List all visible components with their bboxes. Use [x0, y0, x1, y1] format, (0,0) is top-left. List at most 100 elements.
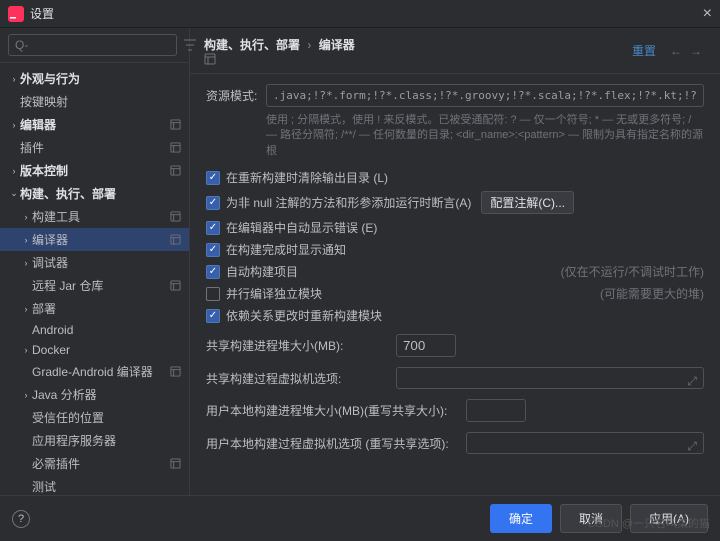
- titlebar: 设置 ×: [0, 0, 720, 28]
- sidebar-item-6[interactable]: ›构建工具: [0, 205, 189, 228]
- breadcrumb: 构建、执行、部署 › 编译器: [204, 36, 632, 65]
- sidebar-item-11[interactable]: Android: [0, 320, 189, 340]
- chevron-icon: ⌄: [8, 188, 20, 199]
- sidebar-item-label: 远程 Jar 仓库: [32, 277, 170, 294]
- userheap-input[interactable]: [466, 399, 526, 422]
- sidebar-item-label: 构建、执行、部署: [20, 185, 181, 202]
- sidebar-item-4[interactable]: ›版本控制: [0, 159, 189, 182]
- checkbox[interactable]: ✓: [206, 171, 220, 185]
- userheap-label: 用户本地构建进程堆大小(MB)(重写共享大小):: [206, 402, 466, 419]
- close-icon[interactable]: ×: [703, 5, 712, 23]
- sidebar-item-0[interactable]: ›外观与行为: [0, 67, 189, 90]
- help-icon[interactable]: ?: [12, 510, 30, 528]
- apply-button[interactable]: 应用(A): [630, 504, 708, 533]
- sidebar-item-label: Android: [32, 323, 181, 337]
- checkbox[interactable]: ✓: [206, 265, 220, 279]
- checkbox-label: 在编辑器中自动显示错误 (E): [226, 219, 377, 236]
- checkbox-row-3: ✓在构建完成时显示通知: [206, 241, 704, 258]
- sidebar-item-label: 编辑器: [20, 116, 170, 133]
- uservm-row: 用户本地构建过程虚拟机选项 (重写共享选项): ⤢: [206, 432, 704, 454]
- dialog-footer: ? 确定 取消 应用(A): [0, 495, 720, 541]
- breadcrumb-root: 构建、执行、部署: [204, 38, 300, 52]
- checkbox-row-1: ✓ 为非 null 注解的方法和形参添加运行时断言(A) 配置注解(C)...: [206, 191, 704, 214]
- sidebar-item-3[interactable]: 插件: [0, 136, 189, 159]
- sidebar-item-10[interactable]: ›部署: [0, 297, 189, 320]
- checkbox[interactable]: ✓: [206, 243, 220, 257]
- chevron-icon: ›: [8, 166, 20, 176]
- sidebar-item-13[interactable]: Gradle-Android 编译器: [0, 360, 189, 383]
- checkbox-row-2: ✓ 在编辑器中自动显示错误 (E): [206, 219, 704, 236]
- checkbox-row-0: ✓ 在重新构建时清除输出目录 (L): [206, 169, 704, 186]
- search-input[interactable]: [8, 34, 177, 56]
- sidebar-item-2[interactable]: ›编辑器: [0, 113, 189, 136]
- checkbox-label: 为非 null 注解的方法和形参添加运行时断言(A): [226, 194, 471, 211]
- heap-label: 共享构建进程堆大小(MB):: [206, 337, 396, 354]
- sidebar-item-label: 部署: [32, 300, 181, 317]
- sidebar-item-5[interactable]: ⌄构建、执行、部署: [0, 182, 189, 205]
- sidebar-item-label: 插件: [20, 139, 170, 156]
- sidebar-item-label: 外观与行为: [20, 70, 181, 87]
- content: 资源模式: 使用 ; 分隔模式，使用 ! 来反模式。已被受通配符: ? — 仅一…: [190, 74, 720, 495]
- resource-pattern-label: 资源模式:: [206, 87, 266, 104]
- resource-pattern-hint: 使用 ; 分隔模式，使用 ! 来反模式。已被受通配符: ? — 仅一个符号; *…: [266, 113, 704, 159]
- scope-icon: [170, 234, 181, 245]
- sidebar-item-label: 应用程序服务器: [32, 432, 181, 449]
- checkbox[interactable]: [206, 287, 220, 301]
- sidebar-item-12[interactable]: ›Docker: [0, 340, 189, 360]
- configure-annotations-button[interactable]: 配置注解(C)...: [481, 191, 574, 214]
- ok-button[interactable]: 确定: [490, 504, 552, 533]
- sidebar-item-label: 必需插件: [32, 455, 170, 472]
- breadcrumb-separator: ›: [307, 38, 311, 52]
- chevron-icon: ›: [20, 345, 32, 355]
- checkbox[interactable]: ✓: [206, 309, 220, 323]
- sidebar-item-15[interactable]: 受信任的位置: [0, 406, 189, 429]
- sidebar-item-label: 按键映射: [20, 93, 181, 110]
- chevron-icon: ›: [8, 120, 20, 130]
- sidebar-item-1[interactable]: 按键映射: [0, 90, 189, 113]
- search-bar: [0, 28, 189, 63]
- heap-input[interactable]: [396, 334, 456, 357]
- nav-back-icon[interactable]: ←: [670, 44, 682, 58]
- vmopts-label: 共享构建过程虚拟机选项:: [206, 370, 396, 387]
- checkbox-row-5: 并行编译独立模块(可能需要更大的堆): [206, 285, 704, 302]
- checkbox[interactable]: ✓: [206, 196, 220, 210]
- nav-fwd-icon[interactable]: →: [690, 44, 702, 58]
- vmopts-input[interactable]: ⤢: [396, 367, 704, 389]
- scope-icon: [170, 165, 181, 176]
- sidebar-item-18[interactable]: 测试: [0, 475, 189, 495]
- expand-icon[interactable]: ⤢: [687, 374, 697, 389]
- cancel-button[interactable]: 取消: [560, 504, 622, 533]
- checkbox-row-4: ✓自动构建项目(仅在不运行/不调试时工作): [206, 263, 704, 280]
- sidebar-item-label: 编译器: [32, 231, 170, 248]
- resource-pattern-input[interactable]: [266, 84, 704, 107]
- checkbox-label: 在重新构建时清除输出目录 (L): [226, 169, 388, 186]
- breadcrumb-leaf: 编译器: [319, 38, 355, 52]
- userheap-row: 用户本地构建进程堆大小(MB)(重写共享大小):: [206, 399, 704, 422]
- expand-icon[interactable]: ⤢: [687, 439, 697, 454]
- scope-icon: [170, 119, 181, 130]
- window-title: 设置: [30, 5, 703, 22]
- sidebar-item-label: Java 分析器: [32, 386, 181, 403]
- uservm-input[interactable]: ⤢: [466, 432, 704, 454]
- sidebar-item-label: Gradle-Android 编译器: [32, 363, 170, 380]
- sidebar-item-14[interactable]: ›Java 分析器: [0, 383, 189, 406]
- sidebar-item-label: 测试: [32, 478, 181, 495]
- scope-icon: [170, 142, 181, 153]
- sidebar-item-label: 受信任的位置: [32, 409, 181, 426]
- breadcrumb-bar: 构建、执行、部署 › 编译器 重置 ← →: [190, 28, 720, 74]
- sidebar-item-label: 版本控制: [20, 162, 170, 179]
- main-panel: 构建、执行、部署 › 编译器 重置 ← → 资源模式: 使用 ; 分隔模式，使用…: [190, 28, 720, 495]
- checkbox-row-6: ✓依赖关系更改时重新构建模块: [206, 307, 704, 324]
- sidebar-item-16[interactable]: 应用程序服务器: [0, 429, 189, 452]
- sidebar-item-8[interactable]: ›调试器: [0, 251, 189, 274]
- sidebar-item-17[interactable]: 必需插件: [0, 452, 189, 475]
- sidebar-item-label: 调试器: [32, 254, 181, 271]
- sidebar-item-7[interactable]: ›编译器: [0, 228, 189, 251]
- reset-link[interactable]: 重置: [632, 42, 656, 59]
- checkbox-label: 自动构建项目: [226, 263, 298, 280]
- chevron-icon: ›: [20, 304, 32, 314]
- checkbox[interactable]: ✓: [206, 221, 220, 235]
- scope-icon: [204, 53, 632, 65]
- sidebar-item-label: 构建工具: [32, 208, 170, 225]
- sidebar-item-9[interactable]: 远程 Jar 仓库: [0, 274, 189, 297]
